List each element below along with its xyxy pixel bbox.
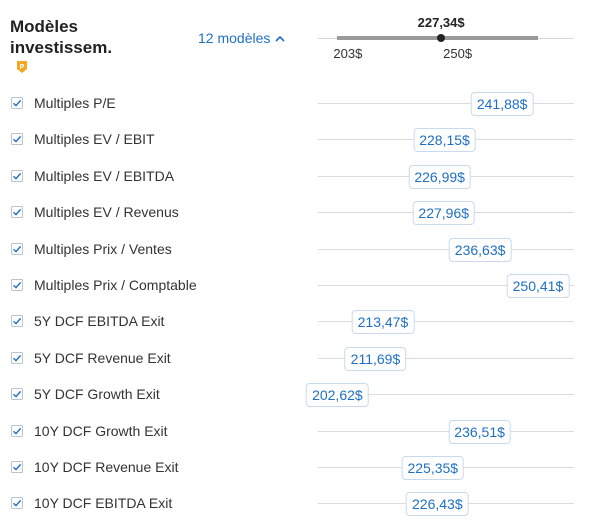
range-current-marker (437, 34, 446, 42)
model-label: Multiples EV / EBITDA (34, 167, 175, 184)
checkbox-checked-icon[interactable] (11, 242, 23, 255)
checkbox-checked-icon[interactable] (11, 169, 23, 182)
models-header: Modèles investissem. P 12 modèles 227,34$… (0, 0, 589, 80)
section-title: Modèles investissem. P (10, 16, 130, 80)
model-row: Multiples EV / EBITDA 226,99$ (0, 159, 589, 195)
model-label: 5Y DCF Growth Exit (34, 386, 160, 403)
model-track (318, 103, 574, 104)
models-count-label: 12 modèles (198, 30, 271, 46)
model-row: Multiples Prix / Ventes 236,63$ (0, 232, 589, 268)
model-label: Multiples EV / EBIT (34, 131, 155, 148)
model-value[interactable]: 226,43$ (406, 492, 469, 517)
model-row: Multiples EV / Revenus 227,96$ (0, 195, 589, 231)
checkbox-checked-icon[interactable] (11, 315, 23, 328)
model-label: Multiples Prix / Comptable (34, 277, 197, 293)
model-value[interactable]: 225,35$ (401, 456, 465, 480)
model-track (318, 248, 574, 250)
model-row: 10Y DCF Growth Exit 236,51$ (0, 414, 589, 450)
checkbox-checked-icon[interactable] (11, 461, 23, 473)
model-label: 10Y DCF EBITDA Exit (34, 495, 173, 512)
model-label: 5Y DCF EBITDA Exit (34, 313, 165, 330)
model-row: 10Y DCF EBITDA Exit 226,43$ (0, 486, 589, 522)
model-value[interactable]: 241,88$ (470, 92, 534, 116)
model-value[interactable]: 226,99$ (408, 164, 471, 189)
model-label: Multiples P/E (34, 95, 116, 111)
model-track (318, 430, 574, 432)
model-label: 10Y DCF Revenue Exit (34, 459, 179, 475)
model-row: 5Y DCF EBITDA Exit 213,47$ (0, 304, 589, 340)
checkbox-checked-icon[interactable] (11, 388, 23, 401)
model-row: 5Y DCF Revenue Exit 211,69$ (0, 341, 589, 377)
model-value[interactable]: 250,41$ (506, 274, 570, 298)
model-value[interactable]: 236,63$ (448, 237, 512, 262)
models-count-toggle[interactable]: 12 modèles (198, 30, 285, 46)
checkbox-checked-icon[interactable] (11, 279, 23, 291)
model-label: Multiples Prix / Ventes (34, 240, 172, 257)
model-value[interactable]: 236,51$ (448, 419, 511, 444)
model-label: Multiples EV / Revenus (34, 204, 179, 221)
range-min-value: 203$ (333, 46, 363, 61)
chevron-up-icon (275, 35, 285, 42)
model-row: 5Y DCF Growth Exit 202,62$ (0, 377, 589, 413)
model-row: Multiples Prix / Comptable 250,41$ (0, 268, 589, 304)
fair-value-range: 227,34$ 203$ 250$ (318, 12, 574, 72)
checkbox-checked-icon[interactable] (11, 206, 23, 219)
range-max-value: 250$ (443, 46, 473, 61)
checkbox-checked-icon[interactable] (11, 497, 23, 510)
pro-badge-icon: P (16, 58, 28, 73)
checkbox-checked-icon[interactable] (11, 133, 23, 146)
range-current-value: 227,34$ (417, 15, 465, 30)
model-value[interactable]: 213,47$ (351, 310, 415, 335)
model-row: 10Y DCF Revenue Exit 225,35$ (0, 450, 589, 486)
model-value[interactable]: 228,15$ (413, 128, 476, 153)
model-value[interactable]: 227,96$ (412, 201, 476, 226)
model-value[interactable]: 211,69$ (344, 346, 407, 371)
model-row: Multiples P/E 241,88$ (0, 86, 589, 122)
svg-text:P: P (20, 64, 25, 71)
model-row: Multiples EV / EBIT 228,15$ (0, 122, 589, 158)
section-title-text: Modèles investissem. (10, 17, 113, 57)
checkbox-checked-icon[interactable] (11, 351, 23, 364)
checkbox-checked-icon[interactable] (11, 424, 23, 437)
checkbox-checked-icon[interactable] (11, 97, 23, 109)
model-label: 5Y DCF Revenue Exit (34, 349, 171, 366)
model-value[interactable]: 202,62$ (306, 383, 369, 408)
model-label: 10Y DCF Growth Exit (34, 422, 168, 439)
